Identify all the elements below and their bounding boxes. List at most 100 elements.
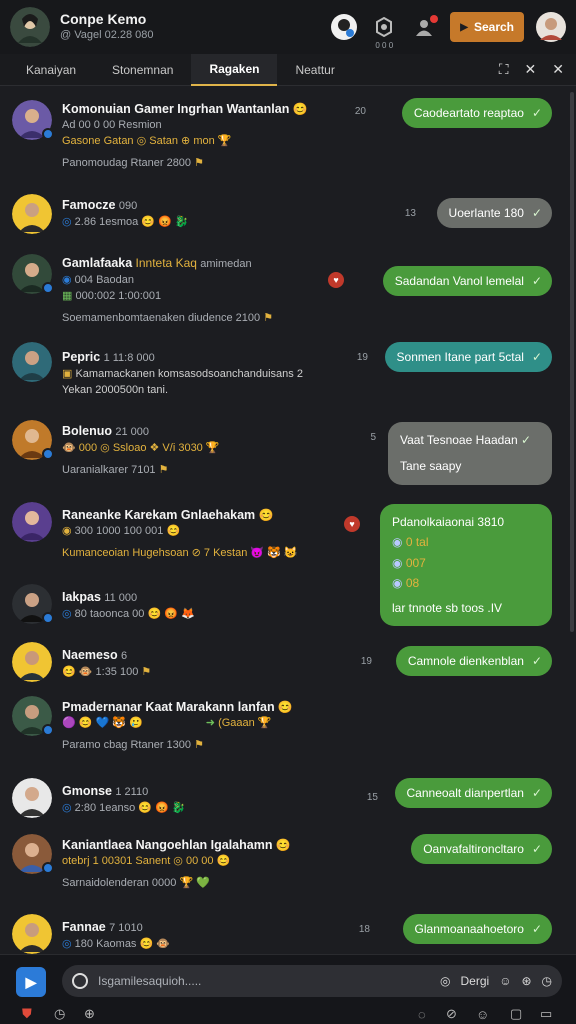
tab-neattur[interactable]: Neattur xyxy=(277,54,352,86)
input-placeholder: Isgamilesaquioh..... xyxy=(98,974,202,988)
emoji-row: 😊 😡 🐉 xyxy=(138,801,186,814)
chat-row[interactable]: Iakpas 11 000 ◎ 80 taoonca 00 😊 😡 🦊 xyxy=(0,582,566,632)
tab-stonemnan[interactable]: Stonemnan xyxy=(94,54,191,86)
sticker-icon[interactable]: ◎ xyxy=(440,974,450,988)
message-bubble[interactable]: Vaat Tesnoae Haadan ✓ Tane saapy xyxy=(388,422,552,485)
reaction-icon[interactable]: ♥ xyxy=(344,516,360,532)
chat-name-meta: 1 11:8 000 xyxy=(103,352,155,364)
chat-name: Iakpas xyxy=(62,590,101,604)
bubble-line: 007 xyxy=(405,555,426,570)
bubble-text: Canneoalt dianpertlan xyxy=(406,786,524,800)
composer-bar: ▶ Isgamilesaquioh..... ◎ Dergi ☺ ⊛ ◷ ⛊ ◷… xyxy=(0,954,576,1024)
dot-icon: ◉ xyxy=(392,555,403,570)
chat-meta: 180 Kaomas xyxy=(74,937,137,950)
search-button[interactable]: ▶ Search xyxy=(450,12,524,42)
online-badge xyxy=(42,282,54,294)
close-icon[interactable]: ✕ xyxy=(552,61,564,78)
profile-avatar[interactable] xyxy=(10,7,50,47)
message-bubble[interactable]: Glanmoanaahoetoro ✓ xyxy=(402,914,552,944)
chat-tags: Gasone Gatan ◎ Satan ⊕ mon xyxy=(62,135,215,148)
flag-icon: ⚑ xyxy=(194,157,204,170)
smiley-icon[interactable]: ☺ xyxy=(476,1007,489,1022)
chat-meta: 1:35 100 xyxy=(95,665,139,678)
chat-preview: Sarnaidolenderan 0000 xyxy=(62,877,177,890)
chat-name: Komonuian Gamer Ingrhan Wantanlan xyxy=(62,102,290,116)
chat-row[interactable]: Bolenuo 21 000 🐵 000 ◎ Ssloao ❖ V/i 3030… xyxy=(0,416,566,494)
message-bubble[interactable]: Caodeartato reaptao ✓ xyxy=(401,98,552,128)
chat-row[interactable]: Fannae 7 1010 ◎ 180 Kaomas 😊 🐵 18 Glanmo… xyxy=(0,910,566,954)
online-badge xyxy=(42,862,54,874)
trophy-icon: 🏆 xyxy=(257,717,272,730)
gif-icon[interactable]: ⊛ xyxy=(521,974,531,988)
smile-icon: 😊 xyxy=(258,508,274,522)
emoji-row: 🟣 😊 💙 🐯 🥲 xyxy=(62,717,143,730)
shield-icon[interactable]: ⛊ xyxy=(22,1006,32,1022)
message-bubble[interactable]: Sadandan Vanol lemelal ✓ xyxy=(382,266,552,296)
window-icon[interactable]: ▢ xyxy=(510,1006,522,1022)
chat-name: Raneanke Karekam Gnlaehakam xyxy=(62,508,256,522)
chat-name-meta: 21 000 xyxy=(115,426,149,438)
smile-icon: 😊 xyxy=(292,102,308,116)
online-badge xyxy=(42,448,54,460)
record-icon[interactable] xyxy=(72,973,88,989)
attach-icon[interactable]: ⊘ xyxy=(446,1006,457,1022)
check-icon: ✓ xyxy=(531,106,542,120)
chat-row[interactable]: Pepric 1 11:8 000 ▣ Kamamackanen komsaso… xyxy=(0,338,566,410)
app-icon[interactable]: ▶ xyxy=(16,967,46,997)
tab-ragaken[interactable]: Ragaken xyxy=(191,53,278,86)
emoji-row: 😊 xyxy=(166,525,181,538)
check-icon: ✓ xyxy=(531,350,542,364)
game-avatar-icon[interactable] xyxy=(330,13,358,41)
bubble-text: Camnole dienkenblan xyxy=(407,654,524,668)
send-icon[interactable]: ◷ xyxy=(542,974,552,988)
check-icon: ✓ xyxy=(531,786,542,800)
chat-row[interactable]: Kaniantlaea Nangoehlan Igalahamn 😊 otebr… xyxy=(0,830,566,904)
chat-row[interactable]: Gmonse 1 2110 ◎ 2:80 1eanso 😊 😡 🐉 15 Can… xyxy=(0,774,566,830)
bubble-line: Vaat Tesnoae Haadan xyxy=(400,433,518,447)
message-bubble[interactable]: Canneoalt dianpertlan ✓ xyxy=(394,778,552,808)
chat-name-meta: 11 000 xyxy=(104,592,138,604)
chat-row[interactable]: Gamlafaaka Innteta Kaq amimedan ◉ 004 Ba… xyxy=(0,250,566,334)
notification-dot xyxy=(430,15,439,23)
chat-name: Gamlafaaka xyxy=(62,256,133,270)
settings-icon[interactable]: 0 0 0 xyxy=(370,13,398,50)
header-bar: Conpe Kemo @ Vagel 02.28 080 0 0 0 ▶ Sea… xyxy=(0,0,576,54)
chat-row[interactable]: Naemeso 6 😊 🐵 1:35 100 ⚑ 19 Camnole dien… xyxy=(0,640,566,694)
user-icon[interactable] xyxy=(410,13,439,41)
smile-icon: 😊 xyxy=(277,700,293,714)
chat-name-meta: 090 xyxy=(118,200,138,212)
clock-icon[interactable]: ◷ xyxy=(54,1006,65,1022)
message-bubble[interactable]: Uoerlante 180 ✓ xyxy=(436,198,552,228)
unread-count: 20 xyxy=(354,106,366,117)
collapse-icon[interactable]: ✕ xyxy=(525,61,537,78)
reaction-icon[interactable]: ♥ xyxy=(328,272,344,288)
message-input[interactable]: Isgamilesaquioh..... ◎ Dergi ☺ ⊛ ◷ xyxy=(62,965,562,997)
avatar xyxy=(12,342,52,382)
chat-row[interactable]: Komonuian Gamer Ingrhan Wantanlan 😊 Ad 0… xyxy=(0,96,566,186)
avatar xyxy=(12,502,52,542)
coin-icon: ◉ xyxy=(62,525,72,538)
history-icon[interactable]: ◌ xyxy=(418,1007,426,1022)
chat-tags: otebrj 1 00301 Sanent ◎ 00 00 xyxy=(62,855,214,868)
flag-icon: ⚑ xyxy=(263,311,274,324)
message-bubble[interactable]: Sonmen Itane part 5ctal ✓ xyxy=(384,342,552,372)
chat-row[interactable]: Famocze 090 ◎ 2.86 1esmoa 😊 😡 🐉 13 Uoerl… xyxy=(0,190,566,248)
scrollbar[interactable] xyxy=(570,92,574,632)
mention-icon[interactable]: ⊕ xyxy=(84,1006,95,1022)
arrow-icon: ➜ xyxy=(205,717,215,730)
message-bubble[interactable]: Camnole dienkenblan ✓ xyxy=(395,646,552,676)
search-button-label: Search xyxy=(473,20,514,34)
chat-meta: 300 1000 100 001 xyxy=(74,525,164,538)
message-bubble[interactable]: Oanvafaltironcltaro ✓ xyxy=(411,834,552,864)
emoji-icon[interactable]: ☺ xyxy=(499,974,511,988)
chat-bubble-icon[interactable]: ▭ xyxy=(540,1006,552,1022)
expand-icon[interactable]: ⛶ xyxy=(499,61,509,78)
online-badge xyxy=(42,612,54,624)
input-right-label[interactable]: Dergi xyxy=(461,974,490,988)
user-avatar[interactable] xyxy=(536,12,566,42)
emoji-row: 😊 🐵 xyxy=(62,665,93,678)
chat-meta: Ad 00 0 00 Resmion xyxy=(62,119,162,132)
chat-row[interactable]: Pmadernanar Kaat Marakann lanfan 😊 🟣 😊 💙… xyxy=(0,692,566,766)
unread-count: 18 xyxy=(358,924,370,935)
tab-kanaiyan[interactable]: Kanaiyan xyxy=(8,54,94,86)
